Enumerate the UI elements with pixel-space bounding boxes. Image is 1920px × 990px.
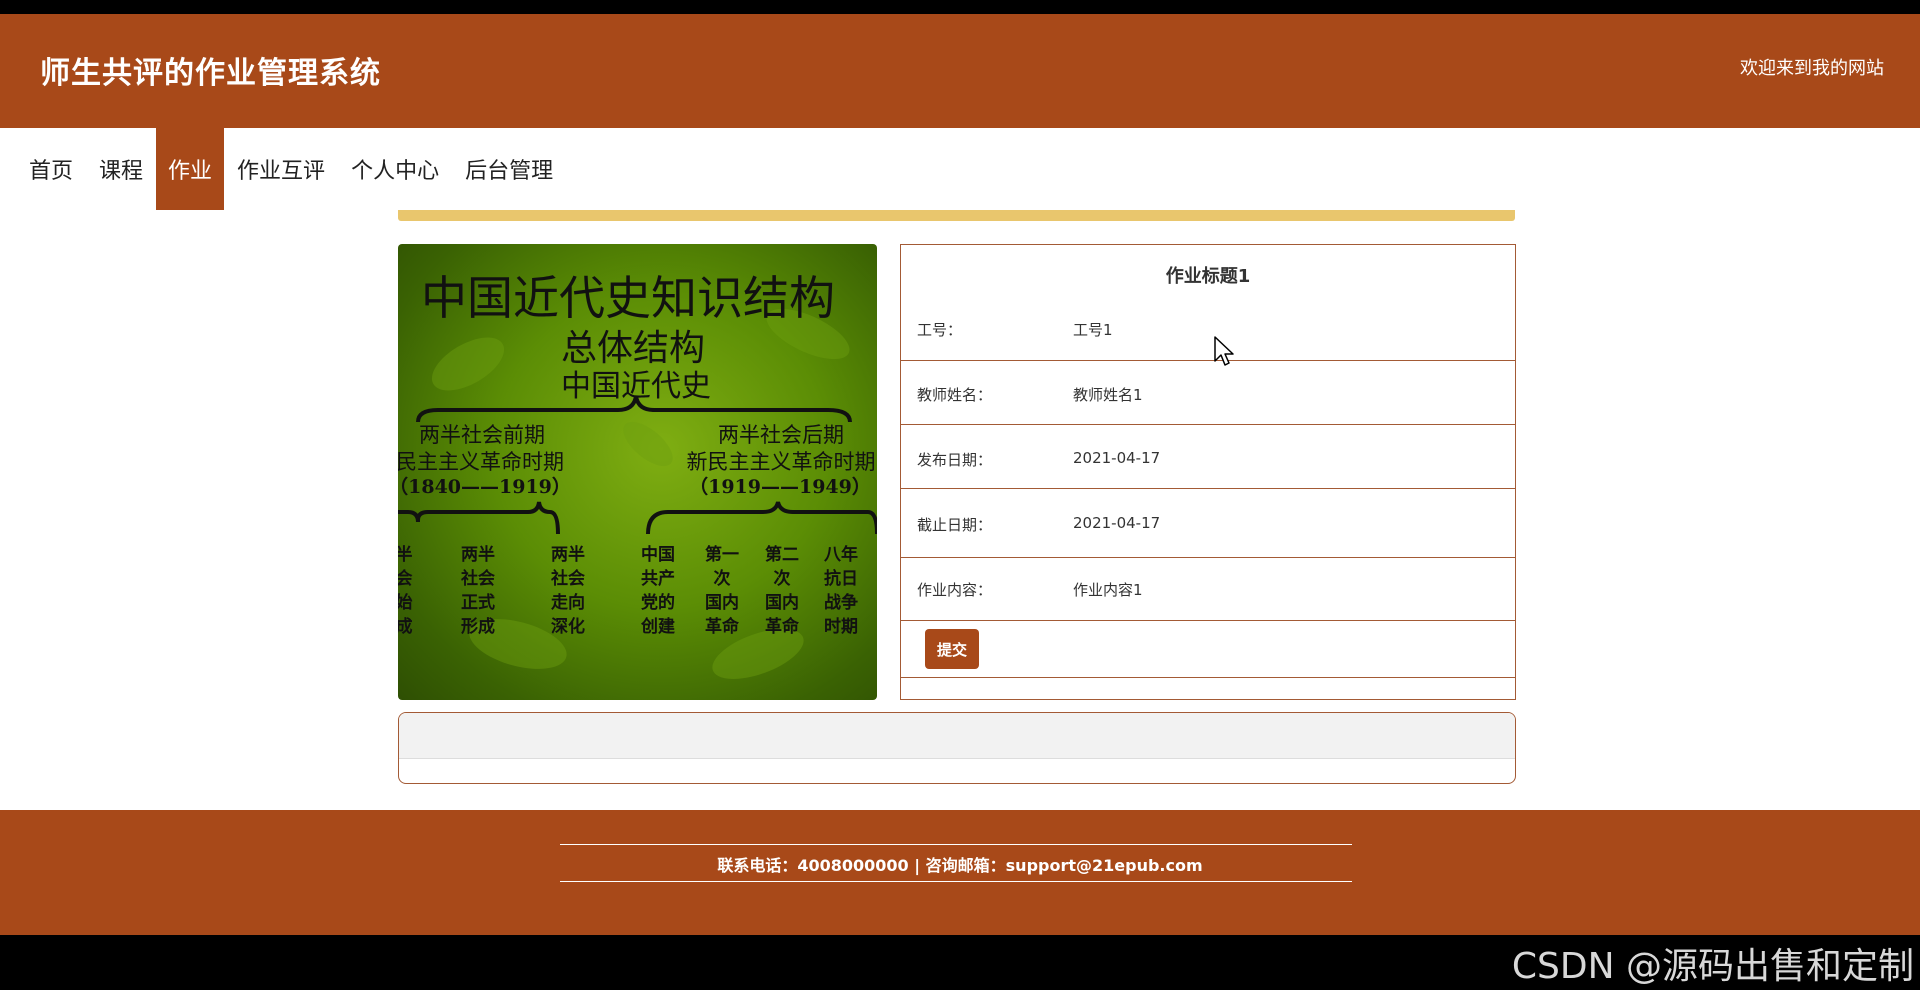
cover-col-2-r2: 社会	[460, 568, 495, 589]
field-value-teacher-id: 工号1	[1073, 321, 1113, 339]
cover-col-4-r1: 中国	[641, 544, 675, 565]
field-value-content: 作业内容1	[1073, 581, 1143, 599]
cover-left-revolution: 民主主义革命时期	[398, 450, 564, 474]
nav-item-home[interactable]: 首页	[0, 128, 86, 210]
row-divider	[901, 557, 1515, 558]
cover-col-6-r4: 革命	[765, 616, 800, 637]
nav-item-profile[interactable]: 个人中心	[338, 128, 452, 210]
nav-item-homework[interactable]: 作业	[156, 128, 225, 210]
watermark: CSDN @源码出售和定制	[1511, 945, 1914, 987]
row-divider	[901, 677, 1515, 678]
field-value-publish-date: 2021-04-17	[1073, 449, 1161, 467]
cover-title: 中国近代史知识结构	[421, 271, 835, 325]
row-divider	[901, 360, 1515, 361]
cover-col-4-r3: 党的	[641, 592, 675, 613]
row-divider	[901, 620, 1515, 621]
cover-col-1-r2: 会	[398, 568, 413, 589]
cover-col-1-r1: 半	[398, 544, 413, 565]
cover-col-3-r3: 走向	[551, 592, 585, 613]
main-nav: 首页 课程 作业 作业互评 个人中心 后台管理	[0, 128, 566, 210]
cover-col-4-r4: 创建	[640, 616, 675, 637]
cover-col-1-r4: 成	[398, 616, 413, 637]
homework-cover-image: 中国近代史知识结构 总体结构 中国近代史 两半社会前期 民主主义革命时期 （18…	[398, 244, 877, 700]
comment-box	[398, 712, 1516, 784]
cover-col-7-r1: 八年	[824, 544, 858, 565]
page: 师生共评的作业管理系统 欢迎来到我的网站 首页 课程 作业 作业互评 个人中心 …	[0, 14, 1920, 935]
field-label-deadline: 截止日期：	[917, 516, 993, 534]
homework-details-panel: 作业标题1 工号： 工号1 教师姓名： 教师姓名1 发布日期： 2021-04-…	[900, 244, 1516, 700]
footer-divider-bottom	[560, 881, 1352, 882]
footer-contact: 联系电话：4008000000 | 咨询邮箱：support@21epub.co…	[717, 856, 1203, 875]
field-label-publish-date: 发布日期：	[917, 451, 993, 469]
comment-box-header	[399, 713, 1515, 759]
welcome-text: 欢迎来到我的网站	[1740, 58, 1884, 79]
cover-col-5-r4: 革命	[705, 616, 740, 637]
site-title[interactable]: 师生共评的作业管理系统	[40, 48, 381, 92]
cover-subtitle-1: 总体结构	[561, 328, 705, 369]
cover-col-5-r3: 国内	[705, 592, 739, 613]
cover-col-5-r2: 次	[714, 568, 731, 589]
cover-right-revolution: 新民主主义革命时期	[687, 450, 876, 474]
cover-right-period: 两半社会后期	[718, 423, 844, 447]
cover-col-5-r1: 第一	[705, 544, 739, 565]
cover-col-2-r1: 两半	[461, 544, 495, 565]
cover-col-1-r3: 始	[398, 592, 413, 613]
cover-col-6-r1: 第二	[765, 544, 799, 565]
header: 师生共评的作业管理系统 欢迎来到我的网站	[0, 14, 1920, 128]
nav-item-courses[interactable]: 课程	[86, 128, 156, 210]
cover-left-years: （1840——1919）	[398, 475, 571, 498]
cover-col-6-r3: 国内	[765, 592, 799, 613]
cover-col-2-r3: 正式	[461, 592, 495, 613]
cover-col-3-r2: 社会	[550, 568, 585, 589]
field-label-teacher-name: 教师姓名：	[917, 386, 993, 404]
submit-button[interactable]: 提交	[925, 629, 979, 669]
cover-col-7-r2: 抗日	[824, 568, 858, 589]
homework-title: 作业标题1	[1165, 266, 1251, 287]
cover-col-2-r4: 形成	[461, 616, 495, 637]
footer-divider-top	[560, 844, 1352, 845]
row-divider	[901, 488, 1515, 489]
cover-col-6-r2: 次	[774, 568, 791, 589]
nav-item-peer-review[interactable]: 作业互评	[224, 128, 338, 210]
cover-col-3-r4: 深化	[551, 616, 585, 637]
cover-col-3-r1: 两半	[551, 544, 585, 565]
nav-item-admin[interactable]: 后台管理	[452, 128, 566, 210]
accent-bar	[398, 210, 1515, 221]
field-value-teacher-name: 教师姓名1	[1073, 386, 1143, 404]
cover-left-period: 两半社会前期	[419, 423, 545, 447]
cover-col-7-r3: 战争	[824, 592, 858, 613]
footer: 联系电话：4008000000 | 咨询邮箱：support@21epub.co…	[0, 810, 1920, 935]
field-label-content: 作业内容：	[917, 581, 993, 599]
field-value-deadline: 2021-04-17	[1073, 514, 1161, 532]
cover-col-4-r2: 共产	[641, 568, 675, 589]
cover-col-7-r4: 时期	[824, 617, 858, 637]
mouse-cursor-icon	[1214, 336, 1234, 366]
row-divider	[901, 424, 1515, 425]
field-label-teacher-id: 工号：	[917, 321, 963, 339]
cover-right-years: （1919——1949）	[689, 475, 871, 498]
